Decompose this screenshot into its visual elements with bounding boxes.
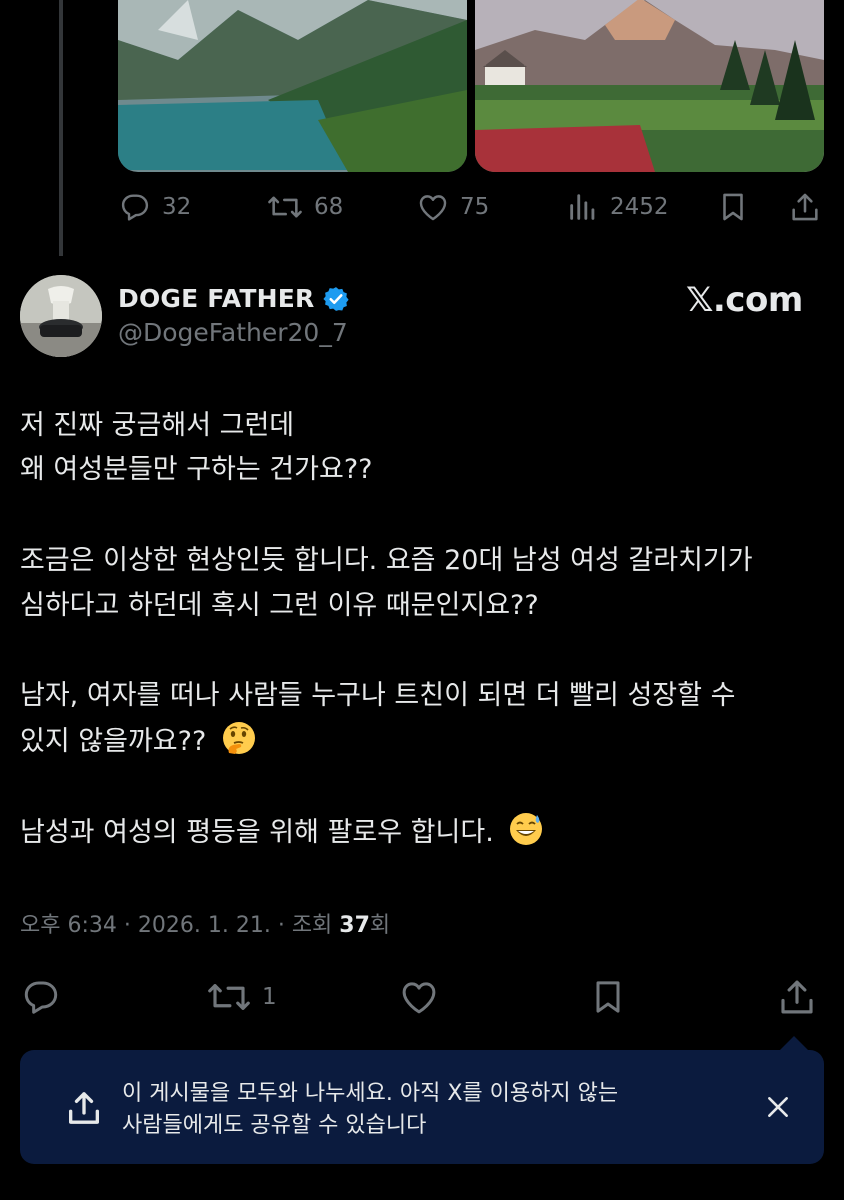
retweet-button[interactable]: 68 (266, 190, 343, 224)
reply-icon (24, 981, 58, 1014)
x-com-watermark: 𝕏.com (686, 280, 803, 320)
like-count: 75 (460, 194, 490, 220)
tweet-text-line: 있지 않을까요?? (20, 726, 215, 757)
author-name-row: DOGE FATHER (118, 284, 350, 313)
author-handle[interactable]: @DogeFather20_7 (118, 318, 348, 347)
share-icon (781, 980, 813, 1014)
heart-icon (402, 982, 436, 1014)
share-button[interactable] (788, 190, 822, 224)
tweet-date[interactable]: 2026. 1. 21. (138, 913, 271, 938)
tweet-text-line: 심하다고 하던데 혹시 그런 이유 때문인지요?? (20, 590, 539, 621)
views-button[interactable]: 2452 (566, 190, 669, 224)
tweet-time[interactable]: 오후 6:34 (20, 913, 117, 938)
verified-badge-icon (323, 286, 350, 311)
share-toast: 이 게시물을 모두와 나누세요. 아직 X를 이용하지 않는 사람들에게도 공유… (20, 1050, 824, 1164)
share-icon (792, 193, 818, 221)
like-button[interactable] (398, 976, 440, 1018)
close-icon[interactable] (765, 1094, 791, 1120)
bookmark-button[interactable] (716, 190, 750, 224)
tweet-text-line-with-emoji: 남성과 여성의 평등을 위해 팔로우 합니다. (20, 811, 544, 853)
views-count: 37 (339, 913, 370, 938)
tweet-image-village[interactable] (475, 0, 824, 172)
thread-line (59, 0, 63, 256)
toast-line: 사람들에게도 공유할 수 있습니다 (122, 1113, 427, 1138)
tweet-meta: 오후 6:34 · 2026. 1. 21. · 조회 37회 (20, 913, 391, 938)
tweet-text-line: 왜 여성분들만 구하는 건가요?? (20, 454, 373, 485)
avatar[interactable] (20, 275, 102, 357)
like-button[interactable]: 75 (416, 190, 489, 224)
toast-line: 이 게시물을 모두와 나누세요. 아직 X를 이용하지 않는 (122, 1081, 619, 1106)
grinning-sweat-emoji (510, 813, 543, 845)
tweet-text-line: 남성과 여성의 평등을 위해 팔로우 합니다. (20, 817, 503, 848)
display-name[interactable]: DOGE FATHER (118, 284, 314, 313)
analytics-icon (570, 194, 595, 220)
reply-button[interactable] (20, 976, 62, 1018)
view-count: 2452 (610, 194, 669, 220)
views-label: 조회 (291, 913, 333, 938)
tweet-text-line: 조금은 이상한 현상인듯 합니다. 요즘 20대 남성 여성 갈라치기가 (20, 545, 753, 576)
reply-icon (121, 194, 149, 221)
share-icon (69, 1092, 100, 1124)
bookmark-icon (723, 193, 743, 221)
heart-icon (419, 195, 447, 221)
retweet-count: 1 (262, 984, 277, 1010)
bookmark-icon (596, 981, 620, 1013)
retweet-icon (208, 984, 250, 1010)
thinking-face-emoji (222, 722, 255, 754)
toast-message: 이 게시물을 모두와 나누세요. 아직 X를 이용하지 않는 사람들에게도 공유… (122, 1078, 618, 1142)
tweet-text-line: 남자, 여자를 떠나 사람들 누구나 트친이 되면 더 빨리 성장할 수 (20, 680, 736, 711)
reply-button[interactable]: 32 (118, 190, 191, 224)
bookmark-button[interactable] (588, 976, 628, 1018)
retweet-icon (268, 196, 302, 218)
share-button[interactable] (776, 976, 818, 1018)
reply-count: 32 (162, 194, 192, 220)
tweet-text-line: 저 진짜 궁금해서 그런데 (20, 410, 295, 441)
retweet-button[interactable]: 1 (206, 976, 277, 1018)
tweet-image-lake[interactable] (118, 0, 467, 172)
views-suffix: 회 (369, 913, 391, 938)
retweet-count: 68 (314, 194, 344, 220)
tweet-text-line-with-emoji: 있지 않을까요?? (20, 720, 257, 762)
